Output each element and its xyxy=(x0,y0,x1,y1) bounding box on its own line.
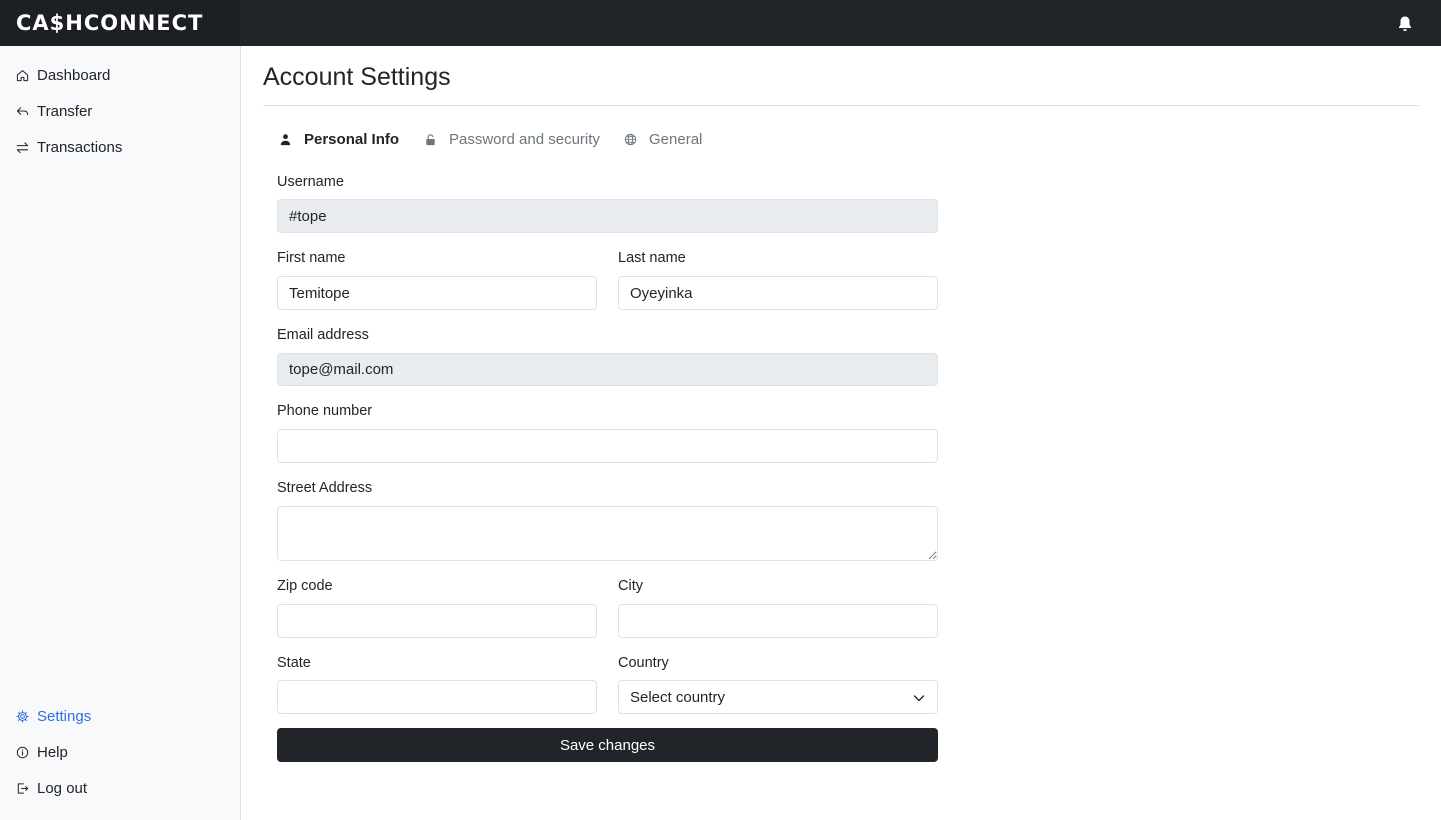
city-field[interactable] xyxy=(618,604,938,638)
email-field[interactable] xyxy=(277,353,938,386)
street-address-label: Street Address xyxy=(277,480,373,496)
username-label: Username xyxy=(277,174,344,190)
brand-logo[interactable]: CA$HCONNECT xyxy=(16,11,203,35)
sidebar: Dashboard Transfer Transactions Settings… xyxy=(0,46,241,820)
last-name-label: Last name xyxy=(618,250,686,266)
state-label: State xyxy=(277,655,311,671)
sidebar-item-label: Log out xyxy=(37,779,88,797)
top-navbar: CA$HCONNECT xyxy=(0,0,1441,46)
tab-personal-info[interactable]: Personal Info xyxy=(279,129,399,149)
sidebar-item-help[interactable]: Help xyxy=(16,741,68,763)
phone-label: Phone number xyxy=(277,403,373,419)
chevron-down-icon xyxy=(913,695,925,702)
brand-area: CA$HCONNECT xyxy=(0,0,240,46)
swap-arrows-icon xyxy=(16,141,29,153)
sidebar-item-label: Help xyxy=(37,743,68,761)
country-label: Country xyxy=(618,655,669,671)
country-select[interactable]: Select country xyxy=(618,680,938,714)
zip-code-field[interactable] xyxy=(277,604,597,638)
sidebar-item-settings[interactable]: Settings xyxy=(16,705,91,727)
sidebar-item-label: Transactions xyxy=(37,138,123,156)
save-changes-button[interactable]: Save changes xyxy=(277,728,938,762)
city-label: City xyxy=(618,578,643,594)
main-content: Account Settings Personal Info Password … xyxy=(241,46,1441,820)
sidebar-item-dashboard[interactable]: Dashboard xyxy=(16,64,110,86)
reply-arrow-icon xyxy=(16,106,29,115)
zip-code-label: Zip code xyxy=(277,578,333,594)
tab-general[interactable]: General xyxy=(624,129,702,149)
username-field[interactable] xyxy=(277,199,938,233)
gear-icon xyxy=(16,709,29,723)
state-field[interactable] xyxy=(277,680,597,714)
page-title: Account Settings xyxy=(263,63,451,91)
tab-label: Password and security xyxy=(449,130,600,148)
bell-icon[interactable] xyxy=(1397,15,1413,32)
logout-icon xyxy=(17,782,29,794)
sidebar-item-transactions[interactable]: Transactions xyxy=(16,136,122,158)
first-name-label: First name xyxy=(277,250,346,266)
title-divider xyxy=(263,105,1419,106)
tab-label: General xyxy=(649,130,703,148)
lock-icon xyxy=(426,133,435,145)
email-label: Email address xyxy=(277,327,369,343)
person-icon xyxy=(280,133,291,145)
sidebar-item-transfer[interactable]: Transfer xyxy=(16,100,92,122)
globe-icon xyxy=(624,133,637,145)
sidebar-item-label: Transfer xyxy=(37,102,93,120)
street-address-field[interactable] xyxy=(277,506,938,561)
sidebar-item-label: Settings xyxy=(37,707,92,725)
first-name-field[interactable] xyxy=(277,276,597,310)
tab-label: Personal Info xyxy=(304,130,400,148)
home-icon xyxy=(16,69,29,81)
sidebar-item-label: Dashboard xyxy=(37,66,111,84)
sidebar-item-logout[interactable]: Log out xyxy=(16,777,87,799)
country-select-value: Select country xyxy=(630,688,726,706)
phone-field[interactable] xyxy=(277,429,938,463)
info-circle-icon xyxy=(16,746,29,758)
tab-password-security[interactable]: Password and security xyxy=(424,129,600,149)
last-name-field[interactable] xyxy=(618,276,938,310)
